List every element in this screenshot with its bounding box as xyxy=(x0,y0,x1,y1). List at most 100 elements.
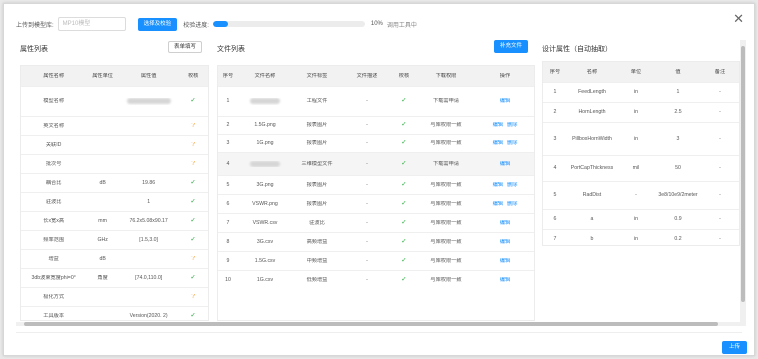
file-ops: 编辑 xyxy=(476,161,534,168)
vertical-scrollbar[interactable] xyxy=(740,40,746,326)
attr-row: 3db波束宽度phi=0° 角度 [74.0,110.0] ✓ xyxy=(21,268,208,287)
form-fill-button[interactable]: 表单填写 xyxy=(168,41,203,53)
edit-link[interactable]: 编辑 xyxy=(493,122,503,128)
question-icon: ? xyxy=(191,293,196,300)
attr-row: 关联ID? xyxy=(21,135,208,154)
design-header-unit: 单位 xyxy=(630,68,642,75)
attr-row: 频率范围 GHz [1.5,3.0] ✓ xyxy=(21,230,208,249)
design-no: 2 xyxy=(553,109,557,116)
file-desc: - xyxy=(366,140,368,147)
design-unit: - xyxy=(635,192,637,199)
check-icon: ✓ xyxy=(401,276,407,283)
question-icon: ? xyxy=(191,255,196,262)
file-ops: 编辑 xyxy=(476,277,534,284)
design-unit: in xyxy=(633,216,639,223)
check-icon: ✓ xyxy=(401,140,407,147)
attribute-panel-title: 属性列表 xyxy=(20,46,48,53)
design-panel-title: 设计属性（自动抽取） xyxy=(542,46,612,53)
delete-link[interactable]: 删除 xyxy=(507,140,517,146)
edit-link[interactable]: 编辑 xyxy=(500,98,510,104)
design-value: 0.9 xyxy=(674,216,682,223)
design-name: PortCapThickness xyxy=(570,165,614,172)
design-unit: mil xyxy=(632,165,640,172)
vertical-scroll-thumb[interactable] xyxy=(741,46,745,302)
edit-link[interactable]: 编辑 xyxy=(500,239,510,245)
attr-row: 驻波比 1 ✓ xyxy=(21,192,208,211)
horizontal-scroll-thumb[interactable] xyxy=(24,322,718,326)
horizontal-scrollbar[interactable] xyxy=(16,322,740,326)
check-icon: ✓ xyxy=(190,198,197,205)
file-desc: - xyxy=(366,181,368,188)
attr-unit: dB xyxy=(99,255,106,262)
design-panel: 设计属性（自动抽取） xyxy=(542,38,737,56)
attr-value[interactable]: 76.2x5.08x90.17 xyxy=(119,218,178,225)
design-header-name: 名称 xyxy=(586,68,598,75)
file-name xyxy=(238,98,292,105)
check-icon: ✓ xyxy=(190,98,197,105)
file-no: 4 xyxy=(226,160,230,167)
add-file-button[interactable]: 补充文件 xyxy=(494,40,529,53)
attr-value[interactable]: [74.0,110.0] xyxy=(119,275,178,282)
attr-header-name: 属性名称 xyxy=(43,72,65,79)
attr-value[interactable]: [1.5,3.0] xyxy=(119,237,178,244)
design-note: - xyxy=(719,89,721,96)
file-check-cell: ✓ xyxy=(392,239,416,246)
file-name xyxy=(238,160,292,168)
design-note: - xyxy=(719,216,721,223)
file-perm: 与库权限一致 xyxy=(430,140,462,147)
attr-check-cell: ✓ xyxy=(178,313,208,320)
file-row: 8 3G.csv 高频增益 - ✓ 与库权限一致 编辑 xyxy=(218,232,534,251)
file-name: 1.5G.png xyxy=(254,122,276,129)
file-no: 8 xyxy=(226,238,230,245)
check-icon: ✓ xyxy=(401,122,407,129)
design-table-header: 序号 名称 单位 值 备注 xyxy=(543,62,739,82)
file-row: 6 VSWR.png 报表图片 - ✓ 与库权限一致 编辑 删除 xyxy=(218,194,534,213)
attr-check-cell: ✓ xyxy=(178,199,208,206)
design-no: 7 xyxy=(553,236,557,243)
upload-button[interactable]: 上传 xyxy=(722,341,748,354)
design-name: HornLength xyxy=(578,109,606,116)
file-check-cell: ✓ xyxy=(392,182,416,189)
attr-check-cell: ? xyxy=(178,256,208,263)
design-row: 5 RadDist - 3e8/10e9/2meter - xyxy=(543,181,739,209)
check-icon: ✓ xyxy=(401,257,407,264)
select-and-verify-button[interactable]: 选择及校验 xyxy=(137,17,178,31)
attr-value[interactable] xyxy=(119,98,178,105)
file-desc: - xyxy=(366,238,368,245)
edit-link[interactable]: 编辑 xyxy=(493,201,503,207)
file-header-tag: 文件标签 xyxy=(306,72,328,79)
delete-link[interactable]: 删除 xyxy=(507,122,517,128)
file-perm: 与库权限一致 xyxy=(430,219,462,226)
edit-link[interactable]: 编辑 xyxy=(500,277,510,283)
file-check-cell: ✓ xyxy=(392,277,416,284)
delete-link[interactable]: 删除 xyxy=(507,182,517,188)
file-name: 1G.png xyxy=(256,140,274,147)
edit-link[interactable]: 编辑 xyxy=(500,258,510,264)
file-rows: 1 工程文件 - ✓ 下载需申请 编辑 2 1.5G.png 报表图片 - ✓ 与库权限一致 编辑 删除 3… xyxy=(218,86,534,289)
model-library-input[interactable]: MP10模型 xyxy=(57,17,126,31)
attr-check-cell: ✓ xyxy=(178,218,208,225)
design-row: 7 b in 0.2 - xyxy=(543,229,739,245)
close-icon[interactable]: ✕ xyxy=(733,12,744,25)
progress-percent: 10% xyxy=(370,21,383,27)
design-row: 2 HornLength in 2.5 - xyxy=(543,102,739,122)
edit-link[interactable]: 编辑 xyxy=(493,182,503,188)
attribute-table-header: 属性名称 属性单位 属性值 校核 xyxy=(21,66,208,86)
design-value: 1 xyxy=(676,89,680,96)
attr-value[interactable]: 1 xyxy=(119,199,178,206)
attr-value[interactable]: Version(2020. 2) xyxy=(119,313,178,320)
edit-link[interactable]: 编辑 xyxy=(493,140,503,146)
edit-link[interactable]: 编辑 xyxy=(500,220,510,226)
design-rows: 1 FeedLength in 1 - 2 HornLength in 2.5 - 3 Pillbox… xyxy=(543,82,739,245)
file-row: 4 三维模型文件 - ✓ 下载需申请 编辑 xyxy=(218,152,534,175)
check-icon: ✓ xyxy=(401,160,407,167)
file-header-perm: 下载权限 xyxy=(435,72,457,79)
attr-row: 英文名称? xyxy=(21,116,208,135)
attr-unit: 角度 xyxy=(97,274,108,281)
edit-link[interactable]: 编辑 xyxy=(500,161,510,167)
attr-header-check: 校核 xyxy=(187,72,199,79)
delete-link[interactable]: 删除 xyxy=(507,201,517,207)
attr-value[interactable]: 19.86 xyxy=(119,180,178,187)
design-header-no: 序号 xyxy=(549,68,561,75)
attr-row: 长x宽x高 mm 76.2x5.08x90.17 ✓ xyxy=(21,211,208,230)
